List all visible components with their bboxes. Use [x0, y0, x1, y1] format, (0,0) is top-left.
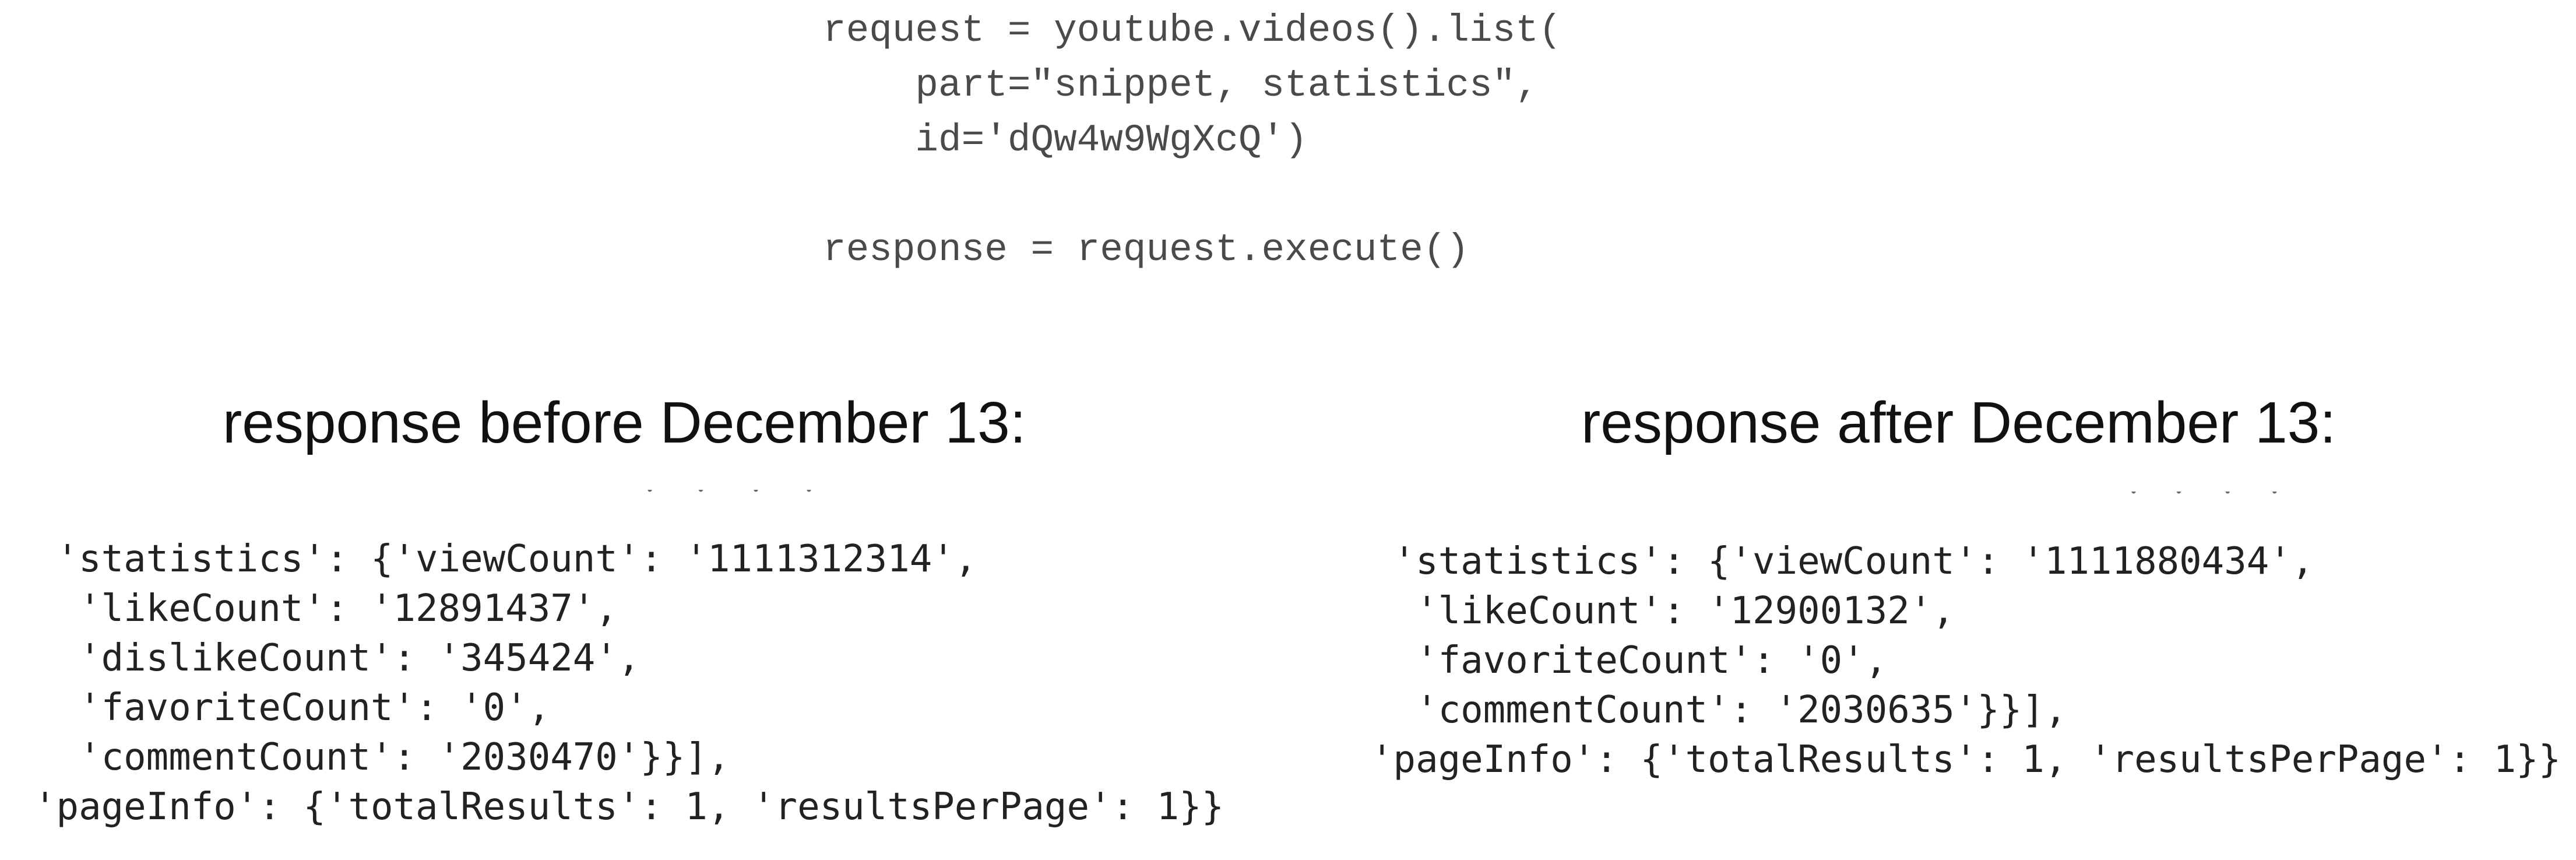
request-code-line: part="snippet, statistics",	[823, 64, 1539, 107]
response-line: 'favoriteCount': '0',	[1371, 639, 1888, 682]
request-code-line	[823, 168, 1561, 223]
cropped-text-remnant	[629, 490, 833, 497]
response-line: 'dislikeCount': '345424',	[34, 637, 641, 680]
response-line: 'favoriteCount': '0',	[34, 686, 551, 729]
request-code-block: request = youtube.videos().list( part="s…	[823, 3, 1561, 278]
response-line: 'statistics': {'viewCount': '1111880434'…	[1371, 540, 2314, 583]
response-line: 'commentCount': '2030470'}}],	[34, 736, 730, 779]
response-line: 'likeCount': '12891437',	[34, 587, 618, 630]
response-line: 'statistics': {'viewCount': '1111312314'…	[34, 538, 977, 581]
after-response-panel: 'statistics': {'viewCount': '1111880434'…	[1371, 537, 2561, 785]
response-line: 'pageInfo': {'totalResults': 1, 'results…	[1371, 738, 2561, 781]
response-line: 'likeCount': '12900132',	[1371, 589, 1955, 633]
before-response-panel: 'statistics': {'viewCount': '1111312314'…	[34, 535, 1224, 832]
request-code-line: request = youtube.videos().list(	[823, 9, 1562, 52]
response-line: 'pageInfo': {'totalResults': 1, 'results…	[34, 785, 1224, 829]
before-heading: response before December 13:	[223, 390, 1026, 455]
cropped-text-remnant	[2116, 492, 2296, 499]
request-code-line: response = request.execute()	[823, 228, 1469, 272]
response-line: 'commentCount': '2030635'}}],	[1371, 689, 2067, 732]
request-code-line: id='dQw4w9WgXcQ')	[823, 118, 1308, 162]
after-heading: response after December 13:	[1581, 390, 2336, 455]
